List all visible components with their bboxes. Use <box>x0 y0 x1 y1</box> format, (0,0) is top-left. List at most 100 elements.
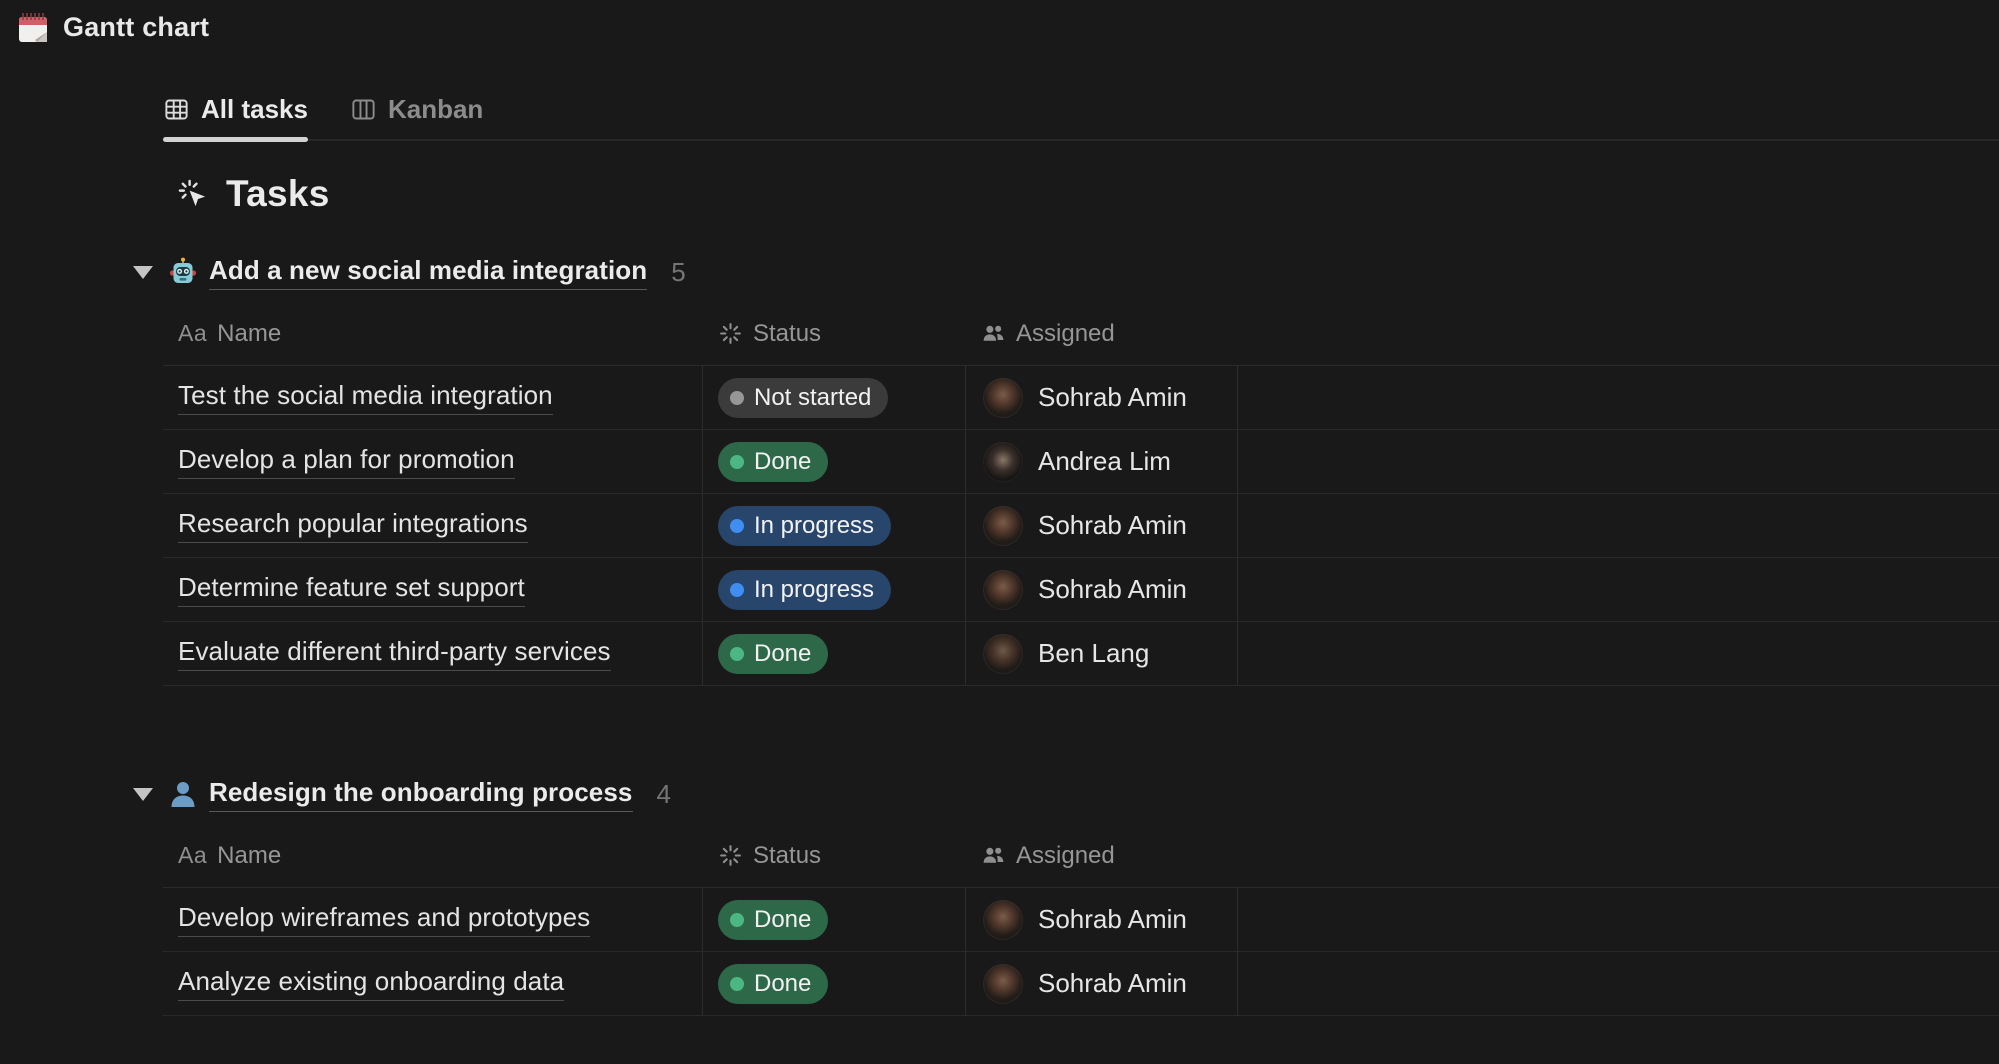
status-cell[interactable]: Done <box>703 622 966 685</box>
column-label: Assigned <box>1016 320 1115 348</box>
assignee-avatar <box>983 506 1023 546</box>
click-icon <box>178 179 209 210</box>
status-dot-icon <box>730 977 744 991</box>
group-header: Redesign the onboarding process 4 <box>133 770 1999 818</box>
empty-cell <box>1238 494 1999 557</box>
tab-all-tasks[interactable]: All tasks <box>163 88 308 139</box>
table-row[interactable]: Analyze existing onboarding data Done So… <box>163 952 1999 1016</box>
column-label: Assigned <box>1016 842 1115 870</box>
column-label: Status <box>753 320 821 348</box>
task-name-link[interactable]: Determine feature set support <box>178 572 525 607</box>
assigned-cell[interactable]: Sohrab Amin <box>966 952 1238 1015</box>
status-cell[interactable]: In progress <box>703 494 966 557</box>
column-header-status[interactable]: Status <box>703 842 966 870</box>
status-label: Not started <box>754 384 871 412</box>
assigned-cell[interactable]: Andrea Lim <box>966 430 1238 493</box>
assigned-cell[interactable]: Sohrab Amin <box>966 366 1238 429</box>
column-header-assigned[interactable]: Assigned <box>966 320 1238 348</box>
page-heading: Tasks <box>226 173 330 215</box>
text-property-icon: Aa <box>178 842 207 869</box>
assignee-avatar <box>983 900 1023 940</box>
task-name-link[interactable]: Test the social media integration <box>178 380 553 415</box>
name-cell[interactable]: Develop a plan for promotion <box>163 430 703 493</box>
status-cell[interactable]: Done <box>703 952 966 1015</box>
group-title-link[interactable]: Add a new social media integration <box>209 255 647 290</box>
tab-kanban[interactable]: Kanban <box>350 88 483 139</box>
task-group: Add a new social media integration 5 Aa … <box>0 248 1999 686</box>
status-badge[interactable]: Done <box>718 964 828 1004</box>
empty-cell <box>1238 622 1999 685</box>
assignee-avatar <box>983 964 1023 1004</box>
column-header-assigned[interactable]: Assigned <box>966 842 1238 870</box>
name-cell[interactable]: Research popular integrations <box>163 494 703 557</box>
empty-cell <box>1238 558 1999 621</box>
assigned-cell[interactable]: Sohrab Amin <box>966 558 1238 621</box>
task-name-link[interactable]: Evaluate different third-party services <box>178 636 611 671</box>
column-header-name[interactable]: Aa Name <box>163 842 703 870</box>
status-badge[interactable]: In progress <box>718 506 891 546</box>
status-burst-icon <box>718 843 743 868</box>
assignee-name: Andrea Lim <box>1038 446 1171 477</box>
assigned-cell[interactable]: Ben Lang <box>966 622 1238 685</box>
status-cell[interactable]: In progress <box>703 558 966 621</box>
status-badge[interactable]: Not started <box>718 378 888 418</box>
table-row[interactable]: Develop wireframes and prototypes Done S… <box>163 888 1999 952</box>
empty-cell <box>1238 366 1999 429</box>
table-header-row: Aa Name Status <box>163 824 1999 888</box>
assignee-avatar <box>983 634 1023 674</box>
tab-label: Kanban <box>388 94 483 125</box>
status-badge[interactable]: In progress <box>718 570 891 610</box>
task-name-link[interactable]: Analyze existing onboarding data <box>178 966 564 1001</box>
table-row[interactable]: Develop a plan for promotion Done Andrea… <box>163 430 1999 494</box>
task-name-link[interactable]: Develop a plan for promotion <box>178 444 515 479</box>
status-label: In progress <box>754 512 874 540</box>
name-cell[interactable]: Determine feature set support <box>163 558 703 621</box>
table-row[interactable]: Evaluate different third-party services … <box>163 622 1999 686</box>
status-cell[interactable]: Done <box>703 430 966 493</box>
status-badge[interactable]: Done <box>718 634 828 674</box>
task-table: Aa Name Status <box>163 302 1999 686</box>
view-tab-bar: All tasks Kanban <box>163 88 1999 141</box>
assigned-cell[interactable]: Sohrab Amin <box>966 888 1238 951</box>
column-label: Name <box>217 842 281 870</box>
status-dot-icon <box>730 391 744 405</box>
status-dot-icon <box>730 519 744 533</box>
collapse-toggle-icon[interactable] <box>133 266 153 279</box>
status-dot-icon <box>730 583 744 597</box>
assignee-name: Sohrab Amin <box>1038 968 1187 999</box>
name-cell[interactable]: Evaluate different third-party services <box>163 622 703 685</box>
group-header: Add a new social media integration 5 <box>133 248 1999 296</box>
name-cell[interactable]: Develop wireframes and prototypes <box>163 888 703 951</box>
status-cell[interactable]: Not started <box>703 366 966 429</box>
assignee-name: Ben Lang <box>1038 638 1149 669</box>
board-icon <box>350 96 377 123</box>
name-cell[interactable]: Analyze existing onboarding data <box>163 952 703 1015</box>
task-group: Redesign the onboarding process 4 Aa Nam… <box>0 770 1999 1016</box>
group-icon <box>168 779 198 809</box>
spiral-calendar-icon <box>16 10 50 44</box>
column-header-status[interactable]: Status <box>703 320 966 348</box>
group-title-link[interactable]: Redesign the onboarding process <box>209 777 633 812</box>
status-badge[interactable]: Done <box>718 900 828 940</box>
table-row[interactable]: Research popular integrations In progres… <box>163 494 1999 558</box>
assignee-avatar <box>983 378 1023 418</box>
name-cell[interactable]: Test the social media integration <box>163 366 703 429</box>
table-row[interactable]: Determine feature set support In progres… <box>163 558 1999 622</box>
assigned-cell[interactable]: Sohrab Amin <box>966 494 1238 557</box>
status-label: Done <box>754 640 811 668</box>
tasks-heading-row: Tasks <box>178 169 1999 219</box>
text-property-icon: Aa <box>178 320 207 347</box>
table-row[interactable]: Test the social media integration Not st… <box>163 366 1999 430</box>
column-header-name[interactable]: Aa Name <box>163 320 703 348</box>
task-name-link[interactable]: Develop wireframes and prototypes <box>178 902 590 937</box>
status-dot-icon <box>730 647 744 661</box>
page-title: Gantt chart <box>63 12 209 43</box>
status-cell[interactable]: Done <box>703 888 966 951</box>
task-name-link[interactable]: Research popular integrations <box>178 508 528 543</box>
status-badge[interactable]: Done <box>718 442 828 482</box>
empty-cell <box>1238 952 1999 1015</box>
table-header-row: Aa Name Status <box>163 302 1999 366</box>
task-table: Aa Name Status <box>163 824 1999 1016</box>
tab-label: All tasks <box>201 94 308 125</box>
collapse-toggle-icon[interactable] <box>133 788 153 801</box>
